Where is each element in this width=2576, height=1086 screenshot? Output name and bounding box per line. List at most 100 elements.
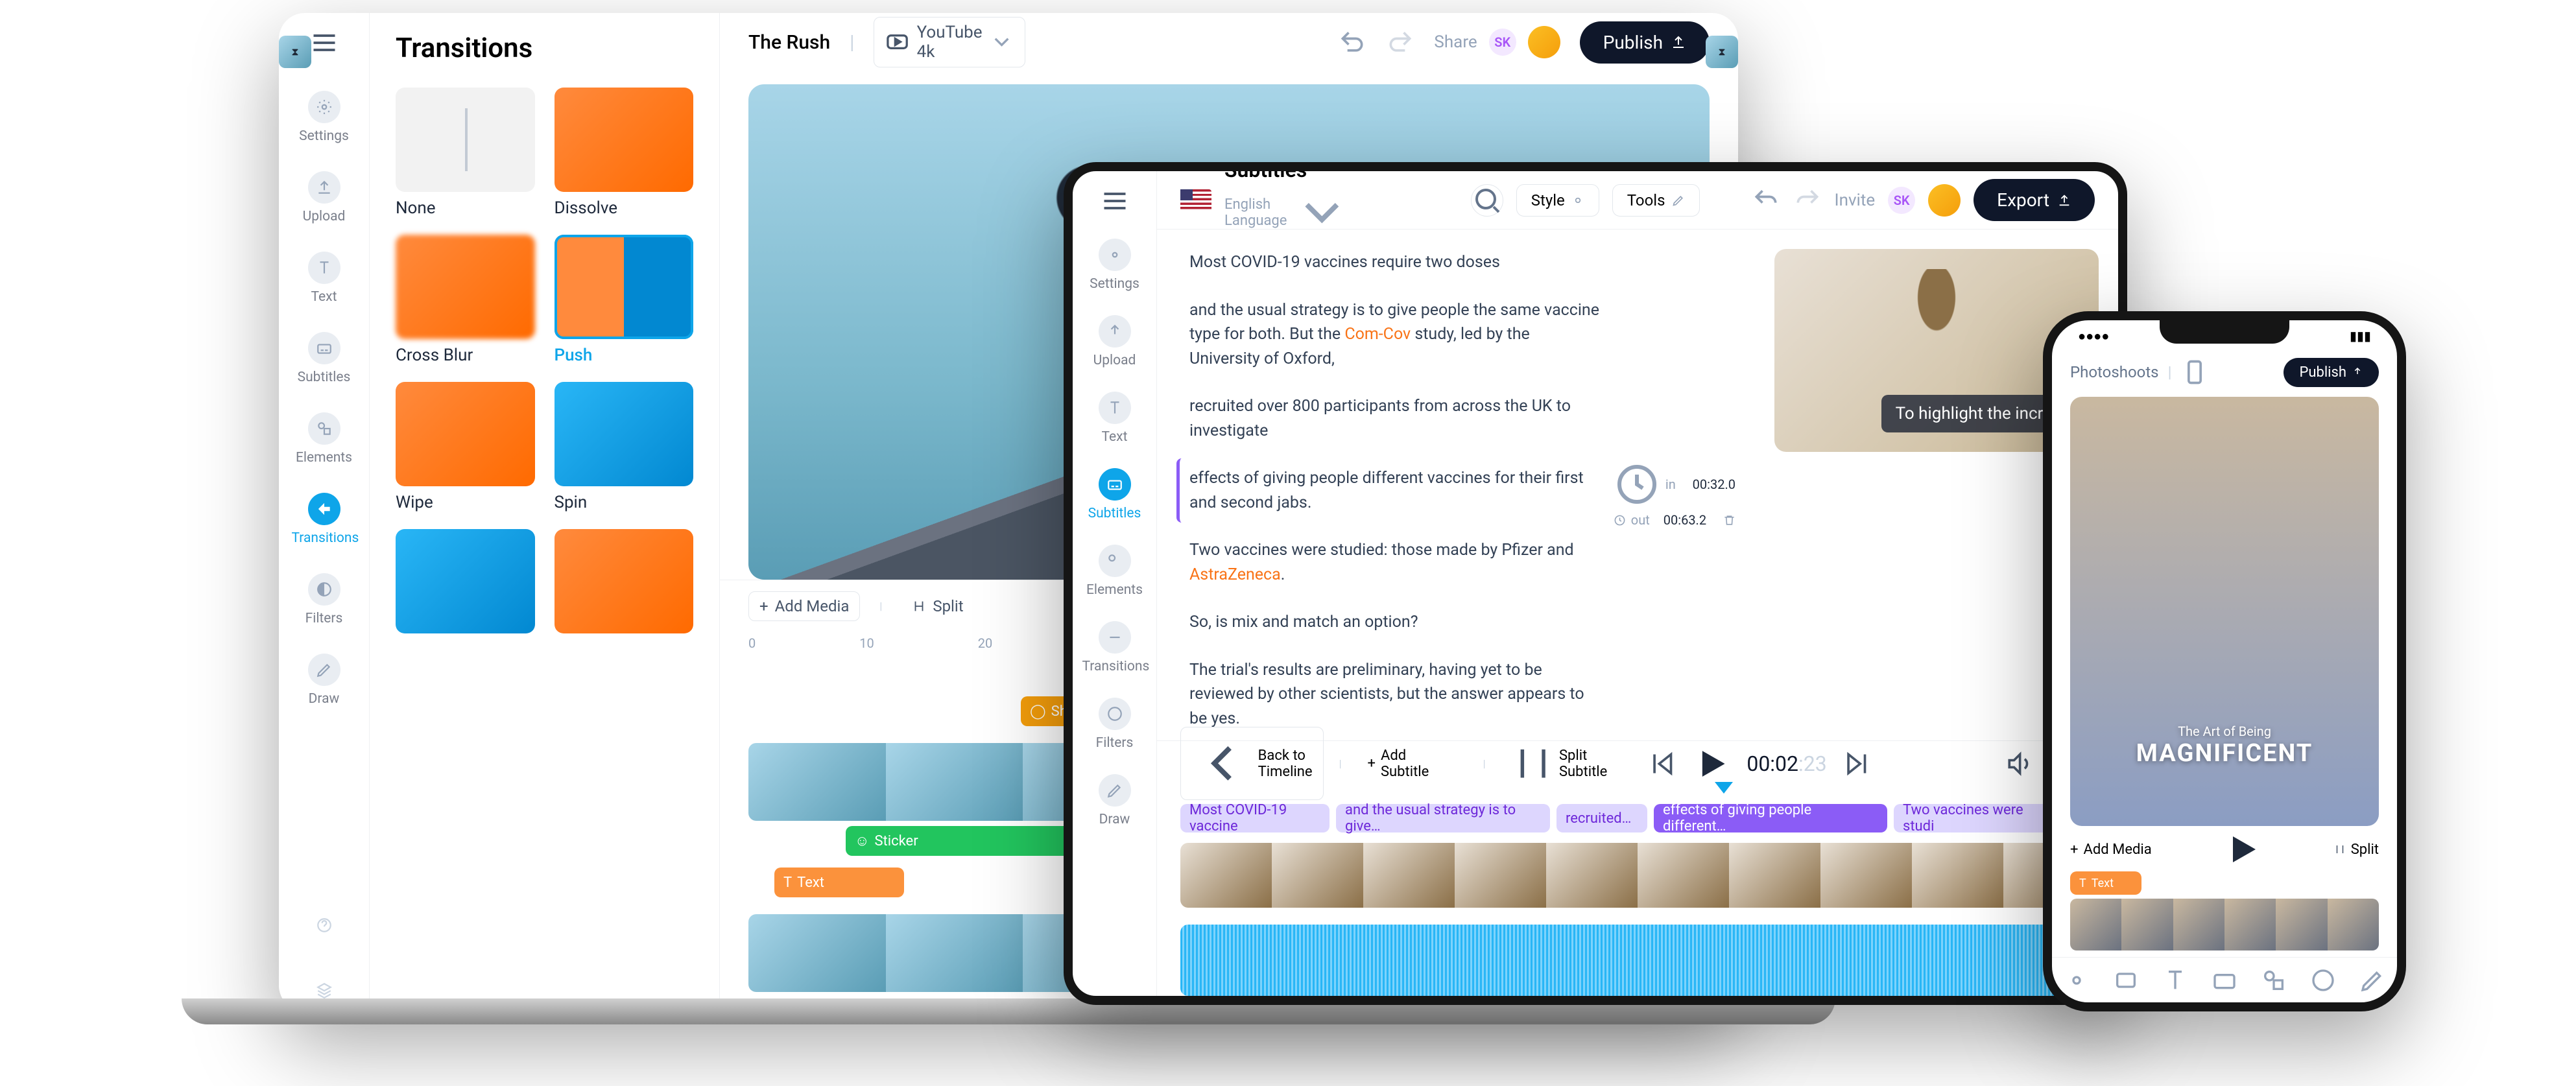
phone-timeline[interactable]: T Text bbox=[2052, 869, 2397, 957]
playhead-marker[interactable] bbox=[1715, 782, 1733, 794]
format-icon[interactable] bbox=[2180, 358, 2209, 386]
subtitles-list[interactable]: Most COVID-19 vaccines require two doses… bbox=[1157, 230, 1755, 740]
subtitle-line-active[interactable]: effects of giving people different vacci… bbox=[1176, 458, 1612, 523]
sidebar-item-upload[interactable]: Upload bbox=[1082, 315, 1147, 368]
phone-publish-button[interactable]: Publish bbox=[2284, 358, 2379, 387]
elements-icon bbox=[1099, 545, 1131, 577]
invite-label[interactable]: Invite bbox=[1835, 191, 1876, 210]
skip-forward-button[interactable] bbox=[1843, 750, 1871, 778]
tablet-main: Subtitles English Language Style Tools I… bbox=[1157, 171, 2118, 996]
phone-tool-filters[interactable] bbox=[2310, 967, 2336, 993]
sidebar-item-elements[interactable]: Elements bbox=[292, 412, 357, 466]
skip-back-button[interactable] bbox=[1649, 750, 1677, 778]
menu-icon[interactable] bbox=[310, 29, 339, 57]
redo-button[interactable] bbox=[1386, 28, 1414, 56]
sidebar-item-draw[interactable]: Draw bbox=[1082, 774, 1147, 827]
phone-timeline-toolbar: + Add Media Split bbox=[2052, 830, 2397, 869]
sidebar-item-filters[interactable]: Filters bbox=[1082, 698, 1147, 751]
tablet-video-track[interactable] bbox=[1180, 843, 2095, 908]
subtitle-timeline[interactable]: Most COVID-19 vaccine and the usual stra… bbox=[1157, 799, 2118, 838]
sidebar-item-settings[interactable]: Settings bbox=[1082, 239, 1147, 292]
transition-cross-blur[interactable]: Cross Blur bbox=[396, 235, 535, 365]
transition-push[interactable]: Push bbox=[555, 235, 694, 365]
subtitle-clip[interactable]: recruited… bbox=[1556, 804, 1647, 832]
sidebar-item-help[interactable] bbox=[292, 909, 357, 947]
add-subtitle-button[interactable]: + Add Subtitle bbox=[1357, 742, 1468, 785]
phone-video-preview[interactable]: The Art of Being MAGNIFICENT bbox=[2070, 397, 2379, 826]
subtitle-line[interactable]: The trial's results are preliminary, hav… bbox=[1176, 650, 1612, 739]
phone-tool-elements[interactable] bbox=[2261, 967, 2287, 993]
menu-icon[interactable] bbox=[1101, 187, 1129, 215]
phone-split-button[interactable]: Split bbox=[2334, 842, 2379, 858]
sidebar-label: Transitions bbox=[292, 530, 357, 546]
transition-dissolve[interactable]: Dissolve bbox=[555, 88, 694, 218]
phone-add-media-button[interactable]: + Add Media bbox=[2070, 842, 2152, 858]
sidebar-item-text[interactable]: Text bbox=[1082, 392, 1147, 445]
elements-icon bbox=[308, 412, 340, 445]
desktop-sidebar: Settings Upload Text Subtitles Elements … bbox=[279, 13, 370, 1011]
playback-time: 00:02:23 bbox=[1747, 751, 1826, 776]
phone-tool-draw[interactable] bbox=[2359, 967, 2385, 993]
phone-tool-upload[interactable] bbox=[2113, 967, 2139, 993]
subtitle-line[interactable]: Most COVID-19 vaccines require two doses bbox=[1176, 242, 1612, 283]
format-selector[interactable]: YouTube 4k bbox=[874, 17, 1025, 67]
phone-tool-text[interactable] bbox=[2162, 967, 2188, 993]
project-title[interactable]: The Rush bbox=[748, 31, 830, 54]
user-avatar[interactable] bbox=[1528, 26, 1560, 58]
phone-project-title[interactable]: Photoshoots bbox=[2070, 363, 2159, 381]
phone-tool-settings[interactable] bbox=[2064, 967, 2090, 993]
subtitle-line[interactable]: Two vaccines were studied: those made by… bbox=[1176, 530, 1612, 595]
subtitle-line[interactable]: and the usual strategy is to give people… bbox=[1176, 290, 1612, 379]
collaborator-avatar[interactable]: SK bbox=[1888, 187, 1915, 214]
subtitle-line[interactable]: So, is mix and match an option? bbox=[1176, 602, 1612, 643]
sidebar-item-subtitles[interactable]: Subtitles bbox=[1082, 468, 1147, 521]
sidebar-item-filters[interactable]: Filters bbox=[292, 573, 357, 626]
publish-button[interactable]: Publish bbox=[1580, 21, 1710, 64]
subtitle-clip-active[interactable]: effects of giving people different… bbox=[1654, 804, 1887, 832]
play-button[interactable] bbox=[1693, 744, 1731, 783]
tools-button[interactable]: Tools bbox=[1612, 184, 1700, 217]
subtitle-clip[interactable]: Two vaccines were studi bbox=[1894, 804, 2062, 832]
split-button[interactable]: Split bbox=[901, 592, 973, 620]
sidebar-item-text[interactable]: Text bbox=[292, 252, 357, 305]
subtitle-clip[interactable]: Most COVID-19 vaccine bbox=[1180, 804, 1330, 832]
audio-waveform[interactable] bbox=[1180, 925, 2095, 996]
subtitle-line[interactable]: recruited over 800 participants from acr… bbox=[1176, 386, 1612, 451]
sidebar-item-upload[interactable]: Upload bbox=[292, 171, 357, 224]
sidebar-item-transitions[interactable]: Transitions bbox=[292, 493, 357, 546]
phone-video-track[interactable] bbox=[2070, 899, 2379, 950]
volume-button[interactable] bbox=[2005, 750, 2033, 778]
phone-tool-subtitles[interactable] bbox=[2212, 967, 2237, 993]
collaborator-avatar[interactable]: SK bbox=[1489, 29, 1516, 56]
trash-icon[interactable] bbox=[1723, 514, 1735, 526]
export-button[interactable]: Export bbox=[1974, 179, 2095, 221]
phone-clip-text[interactable]: T Text bbox=[2070, 871, 2141, 895]
transition-wipe[interactable]: Wipe bbox=[396, 382, 535, 512]
phone-topbar: Photoshoots | Publish bbox=[2052, 351, 2397, 393]
undo-button[interactable] bbox=[1752, 186, 1780, 215]
transition-extra-1[interactable] bbox=[396, 529, 535, 633]
transition-none[interactable]: None bbox=[396, 88, 535, 218]
search-button[interactable] bbox=[1471, 184, 1503, 217]
transition-extra-2[interactable] bbox=[555, 529, 694, 633]
style-button[interactable]: Style bbox=[1516, 184, 1599, 217]
sidebar-item-transitions[interactable]: Transitions bbox=[1082, 621, 1147, 674]
sidebar-label: Filters bbox=[292, 611, 357, 626]
sidebar-item-draw[interactable]: Draw bbox=[292, 654, 357, 707]
add-media-button[interactable]: +Add Media bbox=[748, 591, 860, 621]
tablet-timeline-toolbar: Back to Timeline | + Add Subtitle | Spli… bbox=[1157, 740, 2118, 786]
share-label[interactable]: Share bbox=[1434, 32, 1477, 52]
phone-play-button[interactable] bbox=[2223, 830, 2262, 869]
transition-spin[interactable]: Spin bbox=[555, 382, 694, 512]
redo-button[interactable] bbox=[1793, 186, 1822, 215]
sidebar-item-elements[interactable]: Elements bbox=[1082, 545, 1147, 598]
clip-text[interactable]: T Text bbox=[774, 868, 904, 897]
user-avatar[interactable] bbox=[1928, 184, 1961, 217]
split-subtitle-button[interactable]: Split Subtitle bbox=[1501, 737, 1618, 790]
sidebar-item-settings[interactable]: Settings bbox=[292, 91, 357, 144]
undo-button[interactable] bbox=[1338, 28, 1366, 56]
subtitles-title: Subtitles bbox=[1224, 162, 1352, 182]
subtitle-clip[interactable]: and the usual strategy is to give… bbox=[1336, 804, 1550, 832]
help-icon bbox=[308, 909, 340, 941]
sidebar-item-subtitles[interactable]: Subtitles bbox=[292, 332, 357, 385]
